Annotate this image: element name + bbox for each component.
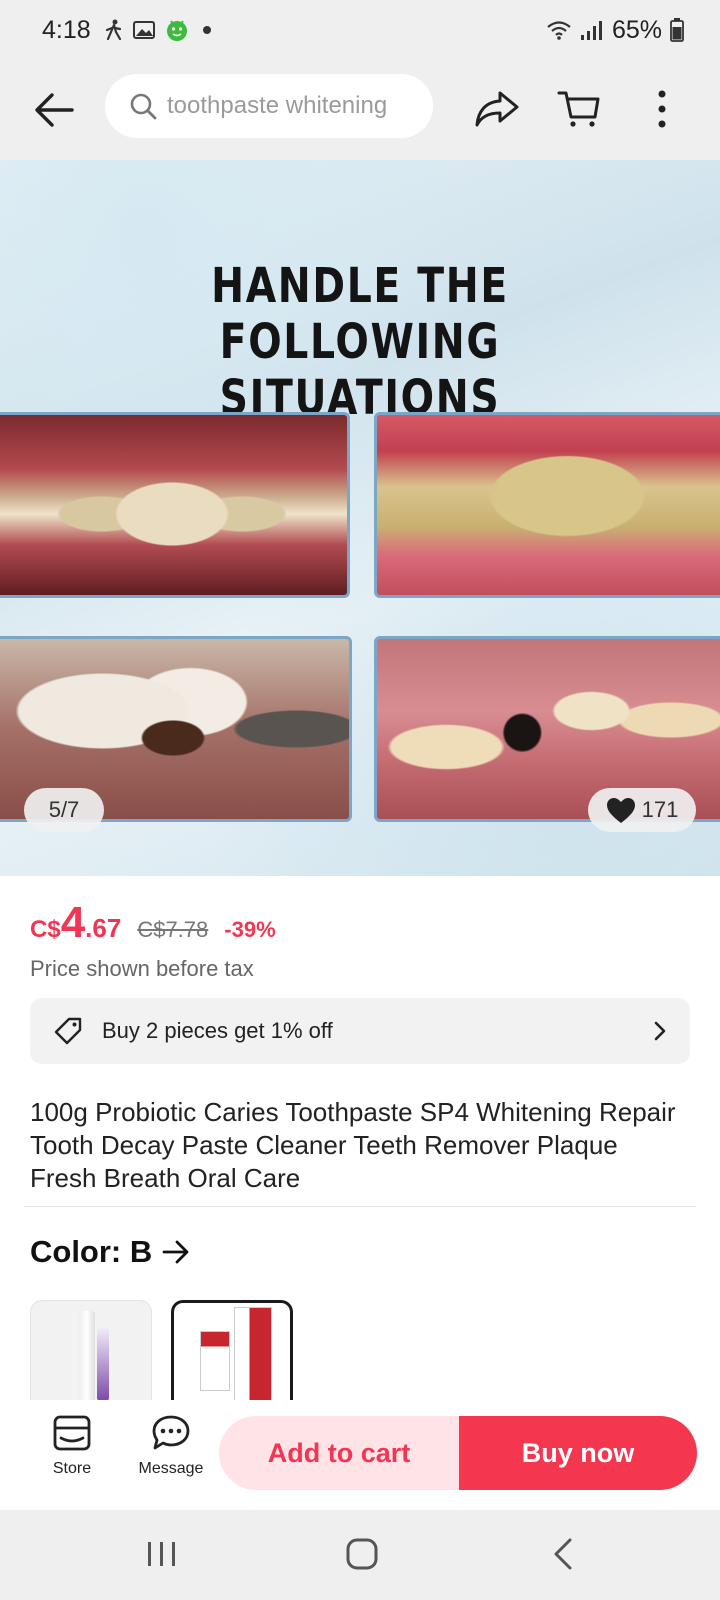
recent-apps-icon bbox=[148, 1542, 175, 1566]
search-input[interactable]: toothpaste whitening bbox=[105, 74, 433, 138]
walk-icon bbox=[105, 19, 121, 41]
gallery-icon bbox=[132, 21, 155, 39]
android-icon bbox=[166, 20, 187, 41]
system-back-button[interactable] bbox=[548, 1534, 578, 1574]
buy-now-button[interactable]: Buy now bbox=[459, 1416, 697, 1490]
message-label: Message bbox=[138, 1460, 204, 1477]
battery-icon bbox=[670, 18, 684, 42]
signal-icon bbox=[580, 21, 602, 40]
share-button[interactable] bbox=[468, 80, 526, 138]
divider bbox=[24, 1206, 696, 1207]
promo-banner[interactable]: Buy 2 pieces get 1% off bbox=[30, 998, 690, 1064]
wishlist-button[interactable]: 171 bbox=[588, 788, 696, 832]
gallery-headline: HANDLE THE FOLLOWING SITUATIONS bbox=[65, 258, 655, 426]
wifi-icon bbox=[547, 21, 571, 40]
teeth-photo-2 bbox=[374, 412, 720, 598]
teeth-photo-1 bbox=[0, 412, 350, 598]
gallery-pager: 5/7 bbox=[24, 788, 104, 832]
store-button[interactable]: Store bbox=[36, 1414, 108, 1494]
status-bar: 4:18 65% bbox=[0, 0, 720, 60]
back-button[interactable] bbox=[26, 82, 82, 138]
system-nav-bar bbox=[0, 1510, 720, 1600]
add-to-cart-button[interactable]: Add to cart bbox=[219, 1416, 459, 1490]
price-decimal: .67 bbox=[85, 913, 122, 943]
search-icon bbox=[130, 93, 157, 120]
original-price: C$7.78 bbox=[137, 917, 209, 942]
notification-dot bbox=[202, 26, 211, 34]
more-options-button[interactable] bbox=[640, 80, 684, 138]
home-icon bbox=[346, 1538, 378, 1570]
bottom-action-bar: Store Message Add to cart Buy now bbox=[0, 1400, 720, 1510]
cart-icon bbox=[557, 91, 600, 127]
product-thumbnail-a bbox=[79, 1311, 95, 1400]
chevron-right-icon bbox=[654, 1021, 666, 1041]
store-icon bbox=[53, 1415, 91, 1451]
status-right: 65% bbox=[546, 16, 684, 45]
product-thumbnail-a-box bbox=[97, 1327, 109, 1400]
price-currency: C$ bbox=[30, 916, 61, 943]
search-placeholder: toothpaste whitening bbox=[167, 92, 388, 119]
price-integer: 4 bbox=[60, 898, 86, 947]
likes-count: 171 bbox=[641, 797, 679, 822]
status-time: 4:18 bbox=[42, 15, 91, 44]
color-selector-header[interactable]: Color: B bbox=[30, 1234, 190, 1270]
discount-badge: -39% bbox=[224, 917, 276, 942]
tax-note: Price shown before tax bbox=[30, 956, 254, 981]
price-row: C$ 4 .67 C$7.78 -39% bbox=[30, 898, 276, 948]
cart-button[interactable] bbox=[550, 80, 608, 138]
recent-apps-button[interactable] bbox=[144, 1534, 180, 1574]
heart-icon bbox=[606, 797, 635, 823]
store-label: Store bbox=[52, 1460, 92, 1477]
product-title: 100g Probiotic Caries Toothpaste SP4 Whi… bbox=[30, 1097, 676, 1193]
back-arrow-icon bbox=[35, 93, 74, 127]
promo-text: Buy 2 pieces get 1% off bbox=[102, 1018, 333, 1043]
battery-percent: 65% bbox=[611, 15, 662, 44]
product-thumbnail-b bbox=[200, 1331, 230, 1391]
color-swatch-b[interactable] bbox=[171, 1300, 293, 1400]
home-button[interactable] bbox=[342, 1534, 382, 1574]
message-icon bbox=[152, 1415, 190, 1450]
message-button[interactable]: Message bbox=[130, 1414, 212, 1494]
status-icons bbox=[105, 18, 211, 42]
product-image-gallery[interactable]: HANDLE THE FOLLOWING SITUATIONS 5/7 171 bbox=[0, 160, 720, 876]
share-icon bbox=[475, 91, 519, 127]
color-label: Color: B bbox=[30, 1234, 153, 1269]
arrow-right-icon bbox=[162, 1240, 189, 1264]
system-back-icon bbox=[554, 1538, 572, 1570]
more-vertical-icon bbox=[658, 90, 666, 128]
color-swatch-a[interactable] bbox=[30, 1300, 152, 1400]
gallery-headline-line1: HANDLE THE FOLLOWING bbox=[211, 258, 509, 370]
product-thumbnail-b-box bbox=[234, 1307, 272, 1400]
top-nav: toothpaste whitening bbox=[0, 60, 720, 160]
tag-icon bbox=[54, 1017, 82, 1045]
